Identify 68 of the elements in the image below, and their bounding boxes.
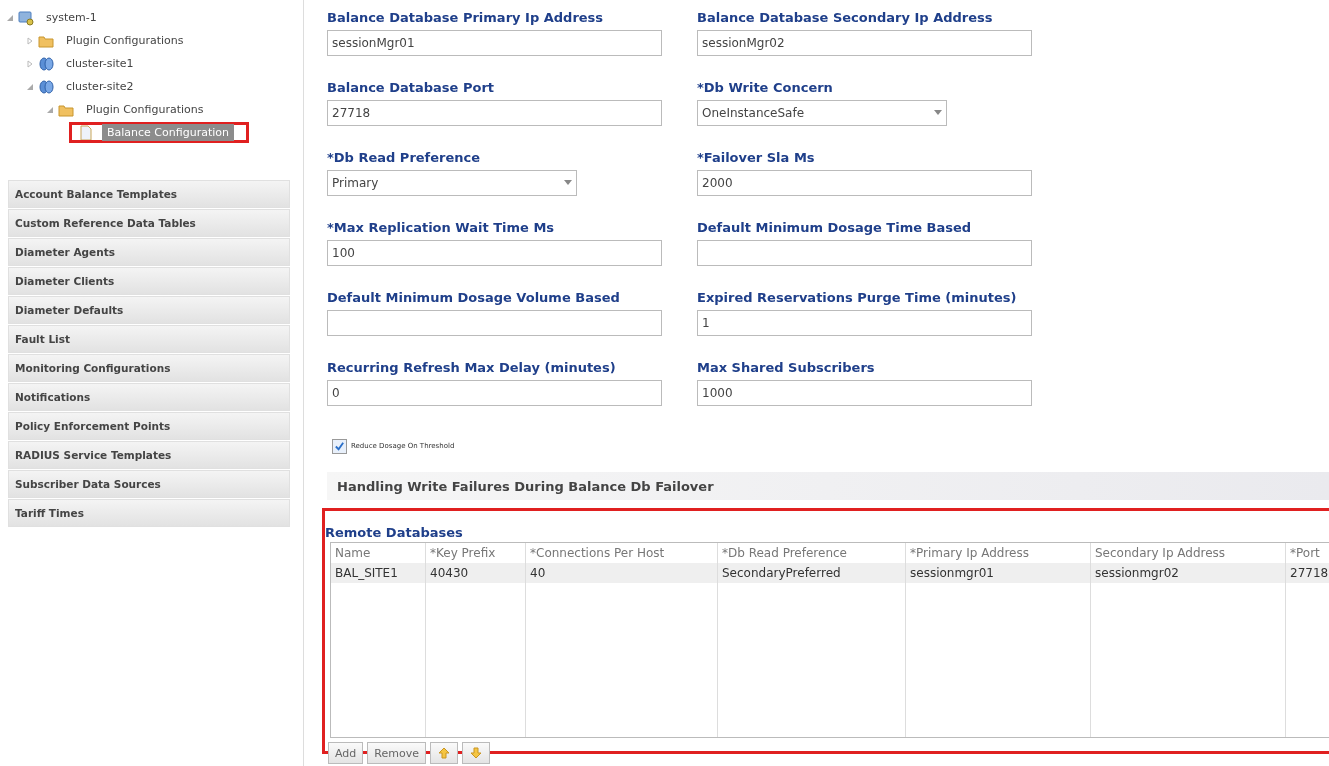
collapse-toggle-icon[interactable] [26, 82, 34, 91]
document-icon [78, 124, 94, 141]
field-label: Balance Database Primary Ip Address [327, 10, 605, 25]
cluster-icon [38, 55, 54, 72]
expand-toggle-icon[interactable] [26, 36, 34, 45]
accordion-header[interactable]: Policy Enforcement Points [8, 412, 290, 440]
caret-icon [934, 110, 942, 116]
text-field[interactable]: 0 [327, 380, 662, 406]
dropdown[interactable]: OneInstanceSafe [697, 100, 947, 126]
field-label: Max Shared Subscribers [697, 360, 876, 375]
accordion-header[interactable]: Custom Reference Data Tables [8, 209, 290, 237]
field-label: *Failover Sla Ms [697, 150, 816, 165]
collapse-toggle-icon[interactable] [46, 105, 54, 114]
field-label: Balance Database Secondary Ip Address [697, 10, 994, 25]
down-arrow-icon [468, 746, 483, 760]
text-field[interactable]: 27718 [327, 100, 662, 126]
accordion-header[interactable]: Fault List [8, 325, 290, 353]
tree-item[interactable]: cluster-site1 [61, 55, 139, 72]
field-label: Recurring Refresh Max Delay (minutes) [327, 360, 617, 375]
table-cell: sessionmgr02 [1091, 563, 1286, 583]
text-field[interactable] [327, 310, 662, 336]
text-field[interactable]: 1 [697, 310, 1032, 336]
tree-item[interactable]: Plugin Configurations [81, 101, 209, 118]
accordion-header[interactable]: Subscriber Data Sources [8, 470, 290, 498]
accordion-header[interactable]: Diameter Agents [8, 238, 290, 266]
tree-item[interactable]: cluster-site2 [61, 78, 139, 95]
caret-icon [564, 180, 572, 186]
tree-item[interactable]: system-1 [41, 9, 102, 26]
text-field[interactable]: sessionMgr02 [697, 30, 1032, 56]
up-arrow-icon [436, 746, 451, 760]
text-field[interactable]: 100 [327, 240, 662, 266]
accordion-header[interactable]: Diameter Defaults [8, 296, 290, 324]
text-field[interactable]: sessionMgr01 [327, 30, 662, 56]
expand-toggle-icon[interactable] [26, 59, 34, 68]
move-up-button[interactable] [429, 742, 458, 764]
accordion-header[interactable]: Notifications [8, 383, 290, 411]
field-label: Default Minimum Dosage Volume Based [327, 290, 621, 305]
table-cell: 40 [526, 563, 718, 583]
field-label: Expired Reservations Purge Time (minutes) [697, 290, 1018, 305]
table-button[interactable]: Remove [367, 742, 426, 764]
table-button[interactable]: Add [328, 742, 364, 764]
field-label: *Max Replication Wait Time Ms [327, 220, 556, 235]
field-label: Default Minimum Dosage Time Based [697, 220, 973, 235]
text-field[interactable]: 1000 [697, 380, 1032, 406]
field-label: Balance Database Port [327, 80, 495, 95]
computer-icon [18, 9, 34, 26]
cluster-icon [38, 78, 54, 95]
field-label: *Db Read Preference [327, 150, 482, 165]
move-down-button[interactable] [461, 742, 490, 764]
checkbox[interactable] [332, 438, 347, 454]
accordion-header[interactable]: Monitoring Configurations [8, 354, 290, 382]
section-title: Remote Databases [325, 525, 464, 540]
dropdown[interactable]: Primary [327, 170, 577, 196]
table-cell: SecondaryPreferred [718, 563, 906, 583]
field-label: *Db Write Concern [697, 80, 834, 95]
table-cell: sessionmgr01 [906, 563, 1091, 583]
accordion-header[interactable]: Tariff Times [8, 499, 290, 527]
text-field[interactable] [697, 240, 1032, 266]
tree-item[interactable]: Plugin Configurations [61, 32, 189, 49]
collapse-toggle-icon[interactable] [6, 13, 14, 22]
accordion-header[interactable]: Account Balance Templates [8, 180, 290, 208]
accordion-header[interactable]: Diameter Clients [8, 267, 290, 295]
table-cell: 40430 [426, 563, 526, 583]
accordion-header[interactable]: RADIUS Service Templates [8, 441, 290, 469]
table-cell: BAL_SITE1 [331, 563, 426, 583]
text-field[interactable]: 2000 [697, 170, 1032, 196]
section-header[interactable]: Handling Write Failures During Balance Db Failover [327, 472, 1329, 500]
table-cell: 27718 [1286, 563, 1329, 583]
